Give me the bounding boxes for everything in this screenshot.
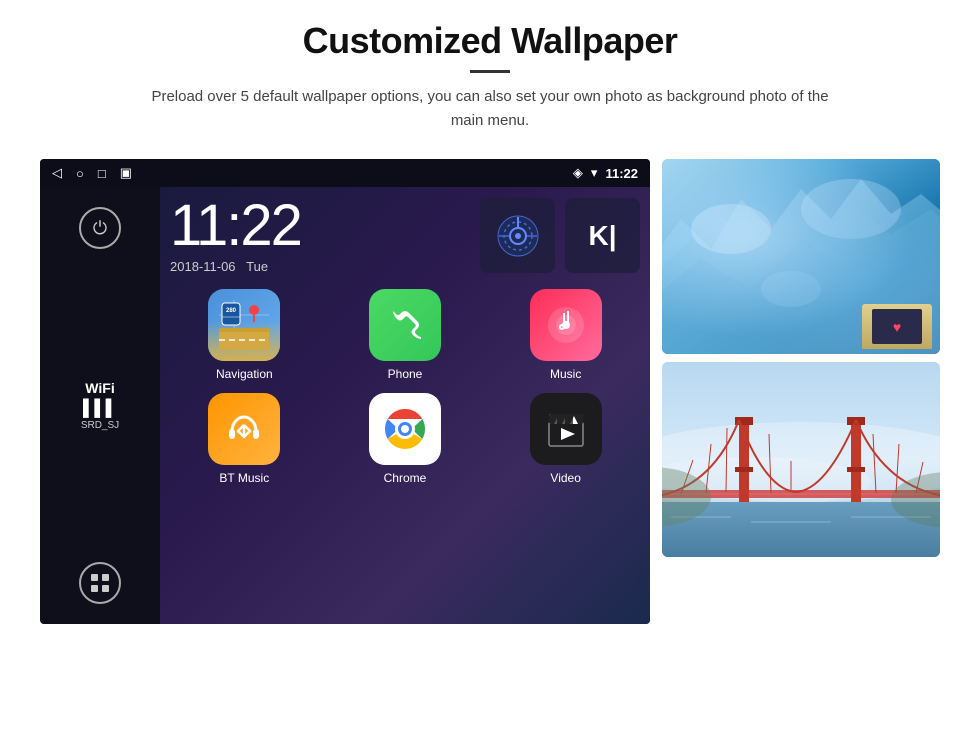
app-item-video[interactable]: Video xyxy=(491,393,640,485)
antenna-icon xyxy=(495,213,541,259)
power-icon: ⏻ xyxy=(93,218,107,239)
wifi-icon: ▾ xyxy=(591,165,598,181)
app-item-chrome[interactable]: Chrome xyxy=(331,393,480,485)
svg-text:280: 280 xyxy=(226,308,237,314)
app-item-phone[interactable]: Phone xyxy=(331,289,480,381)
phone-label: Phone xyxy=(388,367,423,381)
wallpaper-previews: ♥ xyxy=(662,159,940,557)
video-label: Video xyxy=(550,471,580,485)
app-item-music[interactable]: Music xyxy=(491,289,640,381)
content-area: ◁ ○ □ ▣ ◈ ▾ 11:22 ⏻ xyxy=(40,159,940,624)
signal-widget xyxy=(480,198,555,273)
nav-map-icon: 280 xyxy=(219,300,269,350)
home-icon[interactable]: ○ xyxy=(76,166,84,181)
wifi-bars: ▌▌▌ xyxy=(81,400,119,418)
btmusic-label: BT Music xyxy=(219,471,269,485)
grid-icon xyxy=(89,572,111,594)
screen-main: 11:22 2018-11-06 Tue xyxy=(160,187,650,624)
screen-body: ⏻ WiFi ▌▌▌ SRD_SJ xyxy=(40,187,650,624)
chrome-svg-icon xyxy=(375,399,435,459)
overlay-screen: ♥ xyxy=(872,309,922,344)
wifi-info: WiFi ▌▌▌ SRD_SJ xyxy=(81,380,119,431)
phone-icon xyxy=(369,289,441,361)
btmusic-icon xyxy=(208,393,280,465)
navigation-label: Navigation xyxy=(216,367,273,381)
wifi-label: WiFi xyxy=(81,380,119,396)
wallpaper-bridge-item[interactable] xyxy=(662,362,940,557)
letter-widget: K| xyxy=(565,198,640,273)
music-svg-icon xyxy=(546,305,586,345)
wifi-network: SRD_SJ xyxy=(81,420,119,431)
page-subtitle: Preload over 5 default wallpaper options… xyxy=(140,85,840,133)
bridge-svg xyxy=(662,362,940,557)
title-section: Customized Wallpaper Preload over 5 defa… xyxy=(140,20,840,151)
overlay-device: ♥ xyxy=(862,304,932,349)
status-left-icons: ◁ ○ □ ▣ xyxy=(52,165,132,181)
page-title: Customized Wallpaper xyxy=(140,20,840,62)
widget-letter-k: K| xyxy=(588,220,616,252)
wallpaper-bridge xyxy=(662,362,940,557)
page-container: Customized Wallpaper Preload over 5 defa… xyxy=(0,0,980,749)
music-icon xyxy=(530,289,602,361)
wallpaper-ice-item[interactable]: ♥ xyxy=(662,159,940,354)
phone-svg-icon xyxy=(385,305,425,345)
app-grid: 280 Navigation xyxy=(170,289,640,485)
wallpaper-ice: ♥ xyxy=(662,159,940,354)
apps-grid-button[interactable] xyxy=(79,562,121,604)
clock-display: 11:22 2018-11-06 Tue xyxy=(170,197,460,274)
device-screen: ◁ ○ □ ▣ ◈ ▾ 11:22 ⏻ xyxy=(40,159,650,624)
video-icon xyxy=(530,393,602,465)
overlay-heart: ♥ xyxy=(893,319,901,335)
location-icon: ◈ xyxy=(573,165,583,181)
back-icon[interactable]: ◁ xyxy=(52,165,62,181)
clock-section: 11:22 2018-11-06 Tue xyxy=(170,197,640,274)
app-item-btmusic[interactable]: BT Music xyxy=(170,393,319,485)
chrome-label: Chrome xyxy=(384,471,427,485)
clock-date: 2018-11-06 Tue xyxy=(170,259,460,274)
status-bar: ◁ ○ □ ▣ ◈ ▾ 11:22 xyxy=(40,159,650,187)
status-time: 11:22 xyxy=(605,166,638,181)
screenshot-icon[interactable]: ▣ xyxy=(120,165,132,181)
recents-icon[interactable]: □ xyxy=(98,166,106,181)
navigation-icon: 280 xyxy=(208,289,280,361)
app-item-navigation[interactable]: 280 Navigation xyxy=(170,289,319,381)
power-button[interactable]: ⏻ xyxy=(79,207,121,249)
title-divider xyxy=(470,70,510,73)
sidebar: ⏻ WiFi ▌▌▌ SRD_SJ xyxy=(40,187,160,624)
chrome-icon xyxy=(369,393,441,465)
music-label: Music xyxy=(550,367,581,381)
btmusic-svg-icon xyxy=(224,409,264,449)
clock-widgets: K| xyxy=(480,198,640,273)
video-svg-icon xyxy=(543,406,589,452)
clock-time: 11:22 xyxy=(170,197,460,255)
status-right-icons: ◈ ▾ 11:22 xyxy=(573,165,638,181)
